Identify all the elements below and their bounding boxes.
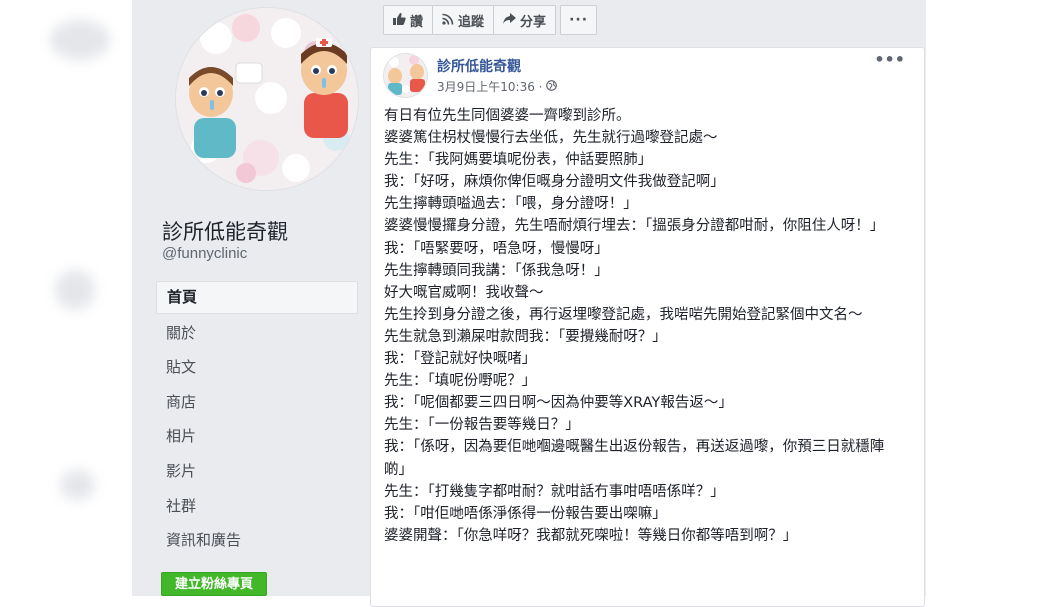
sidebar-item-about[interactable]: 關於	[156, 316, 358, 351]
like-button-label: 讚	[410, 14, 424, 30]
sidebar-item-info-ads[interactable]: 資訊和廣告	[156, 523, 358, 558]
sidebar-nav: 首頁 關於 貼文 商店 相片 影片 社群 資訊和廣告	[156, 281, 358, 558]
background-left-blur	[0, 0, 132, 596]
post-timestamp[interactable]: 3月9日上午10:36 ·	[437, 78, 542, 95]
sidebar-item-videos[interactable]: 影片	[156, 454, 358, 489]
share-button-label: 分享	[520, 14, 547, 30]
like-icon	[393, 12, 406, 28]
page-username[interactable]: @funnyclinic	[162, 245, 247, 262]
follow-button[interactable]: 追蹤	[432, 5, 495, 35]
sidebar-item-community[interactable]: 社群	[156, 489, 358, 524]
more-actions-button[interactable]: ···	[560, 5, 598, 35]
post-line: 先生：「一份報告要等幾日？」	[384, 417, 580, 434]
sidebar-item-home[interactable]: 首頁	[156, 281, 358, 314]
profile-picture-image	[176, 8, 358, 190]
page-profile-picture[interactable]	[176, 8, 358, 190]
post-line: 婆婆篤住枴杖慢慢行去坐低，先生就行過嚟登記處～	[384, 130, 718, 147]
post-line: 婆婆慢慢攞身分證，先生唔耐煩行埋去：「搵張身分證都咁耐，你阻住人呀！」	[384, 218, 885, 235]
post-options-icon[interactable]: •••	[874, 50, 905, 69]
post-line: 婆婆開聲：「你急咩呀？我都就死㗎啦！等幾日你都等唔到啊？」	[384, 527, 798, 544]
post-line: 先生：「填呢份嘢呢？」	[384, 373, 537, 390]
post-line: 我：「唔緊要呀，唔急呀，慢慢呀」	[384, 240, 609, 257]
globe-icon	[546, 79, 558, 94]
post-line: 我：「好呀，麻煩你俾佢嘅身分證明文件我做登記啊」	[384, 174, 725, 191]
post-line: 我：「咁佢哋唔係淨係得一份報告要出㗎嘛」	[384, 505, 667, 522]
author-avatar-image	[384, 54, 427, 97]
rss-icon	[442, 13, 454, 28]
post-text: 有日有位先生同個婆婆一齊嚟到診所。 婆婆篤住枴杖慢慢行去坐低，先生就行過嚟登記處…	[384, 105, 904, 547]
post-line: 先生：「打幾隻字都咁耐？就咁話冇事咁唔唔係咩？」	[384, 483, 725, 500]
post-line: 先生：「我阿媽要填呢份表，仲話要照肺」	[384, 152, 653, 169]
like-button[interactable]: 讚	[383, 5, 434, 35]
more-icon: ···	[569, 12, 589, 28]
post-line: 我：「登記就好快嘅啫」	[384, 351, 537, 368]
post-line: 我：「呢個都要三四日啊～因為仲要等XRAY報告返～」	[384, 395, 733, 412]
post-line: 先生擰轉頭同我講：「係我急呀！」	[384, 262, 609, 279]
post-author-avatar[interactable]	[384, 54, 427, 97]
sidebar-item-posts[interactable]: 貼文	[156, 350, 358, 385]
page-action-bar: 讚 追蹤 分享 ···	[383, 5, 598, 35]
post-line: 先生擰轉頭嗌過去：「喂，身分證呀！」	[384, 196, 638, 213]
sidebar-item-photos[interactable]: 相片	[156, 419, 358, 454]
background-right	[926, 0, 1060, 596]
create-page-button[interactable]: 建立粉絲專頁	[161, 572, 267, 596]
page-title[interactable]: 診所低能奇觀	[162, 216, 288, 246]
share-icon	[503, 12, 517, 28]
share-button[interactable]: 分享	[493, 5, 557, 35]
sidebar-item-shop[interactable]: 商店	[156, 385, 358, 420]
post-meta: 3月9日上午10:36 ·	[437, 78, 558, 95]
follow-button-label: 追蹤	[458, 14, 485, 30]
post-line: 我：「係呀，因為要佢哋嗰邊嘅醫生出返份報告，再送返過嚟，你預三日就穩陣啲」	[384, 439, 885, 478]
post-author-name[interactable]: 診所低能奇觀	[437, 56, 521, 76]
post-card: 診所低能奇觀 3月9日上午10:36 · ••• 有日有位先生同個婆婆一齊嚟到診…	[370, 47, 925, 607]
post-line: 好大嘅官威啊！我收聲～	[384, 284, 544, 301]
post-line: 有日有位先生同個婆婆一齊嚟到診所。	[384, 108, 631, 124]
post-line: 先生拎到身分證之後，再行返埋嚟登記處，我啱啱先開始登記緊個中文名～	[384, 306, 863, 323]
post-line: 先生就急到瀨屎咁款問我：「要攪幾耐呀？」	[384, 328, 667, 345]
